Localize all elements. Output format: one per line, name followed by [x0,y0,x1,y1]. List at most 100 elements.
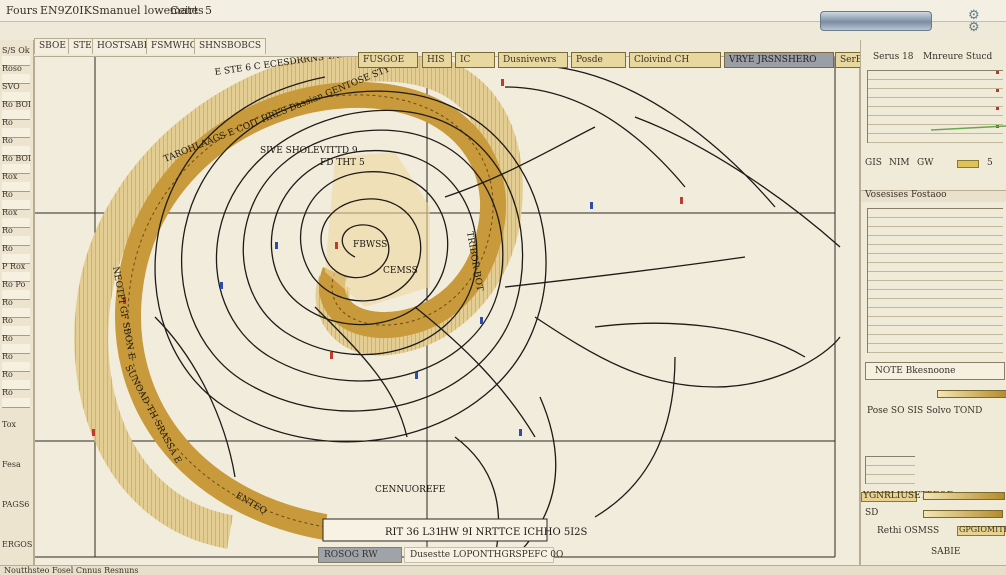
rp-control-2[interactable]: NIM [889,158,910,168]
grid-row [868,89,1003,98]
grid-row [868,71,1003,80]
title-num: 5 [205,4,212,17]
grid-row [868,209,1003,218]
rp-progress-1 [937,390,1006,398]
status-left: ROSOG RW [318,547,402,563]
grid-row [868,272,1003,281]
left-panel-item[interactable]: S/S Ok [2,46,32,55]
rp-row-c: SD [865,508,879,518]
grid-row [868,299,1003,308]
bottom-note-label: CENNUOREFE [375,485,445,495]
inner-top-label: SIVE SHOLEVITTD 9 [260,146,358,156]
grid-row [868,107,1003,116]
left-panel-item[interactable]: Ro [2,190,32,199]
left-panel-item[interactable]: Ro [2,370,32,379]
left-panel-item[interactable]: Rox [2,172,32,181]
title-left: Fours [6,4,38,17]
grid-row [868,98,1003,107]
mid-right-label: CEMSS [383,266,418,276]
left-panel-item[interactable]: Roso [2,64,32,73]
grid-row [868,227,1003,236]
grid-row [868,281,1003,290]
settings-icon[interactable]: ⚙ ⚙ [968,9,1004,36]
left-panel-item[interactable]: Ro [2,334,32,343]
left-panel-item[interactable]: Ro [2,352,32,361]
toolbar-item-3[interactable]: IC [455,52,495,68]
toolbar-item-7[interactable]: VRYE JRSNSHERO [724,52,834,68]
grid-row [868,308,1003,317]
grid-row [868,335,1003,344]
rp-progress-3 [923,510,1003,518]
rp-row-f: SABIE [931,547,961,557]
left-panel-bottom-label: PAGS6 [2,500,30,509]
tab-5[interactable]: SHNSBOBCS [194,38,267,54]
rp-progress-2 [923,492,1005,500]
left-panel-item[interactable]: Ro [2,118,32,127]
left-panel-item[interactable]: Rox [2,208,32,217]
toolbar-item-5[interactable]: Posde [571,52,626,68]
left-panel-bottom-label: Tox [2,420,17,429]
grid-row [868,236,1003,245]
left-panel-item[interactable]: Ro [2,298,32,307]
rp-section-1: Vosesises Fostaoo [865,190,947,200]
left-panel-item[interactable]: Ro [2,136,32,145]
left-panel-item[interactable]: Ro [2,226,32,235]
grid-row [866,457,915,466]
rp-control-4[interactable]: 5 [987,158,993,168]
bottom-box-right: HW 9I NRTTCE ICHHO 5I2S [440,527,588,538]
bottom-box-left: RIT 36 L31 [385,527,442,538]
toolbar-item-1[interactable]: FUSGOE [358,52,418,68]
rp-row-a: Pose SO SIS Solvo TOND [867,406,983,416]
rp-row-e: GPGIOMITE [959,525,1006,534]
grid-row [868,80,1003,89]
left-panel-item[interactable]: Ro BOI [2,100,32,109]
rp-header-1: Serus 18 [873,52,914,62]
left-panel-item[interactable]: Ro BOI [2,154,32,163]
rp-row-d: Rethi OSMSS [877,526,940,536]
canvas-toolbar: FUSGOE HIS IC Dusnivewrs Posde Cloivind … [358,52,863,68]
left-panel-item[interactable]: Ro [2,316,32,325]
toolbar-item-4[interactable]: Dusnivewrs [498,52,568,68]
row-marker [996,89,999,92]
window-control-bar[interactable] [820,11,932,31]
rp-table-2 [867,208,1003,353]
grid-row [868,245,1003,254]
rp-control-3[interactable]: GW [917,158,933,168]
left-panel-item[interactable]: SVO [2,82,32,91]
footer-text: Noutthsteo Fosel Cnnus Resnuns [4,566,139,575]
status-right: Dusestte LOPONTHGRSPEFC 0O [404,547,563,563]
title-right: Ceirt [170,4,199,17]
left-panel-item[interactable]: Ro Po [2,280,32,289]
left-panel-item[interactable]: Ro [2,244,32,253]
rp-toggle[interactable] [957,160,979,168]
grid-row [866,475,915,484]
grid-row [868,254,1003,263]
grid-row [868,290,1003,299]
grid-row [868,218,1003,227]
footer-bar: Noutthsteo Fosel Cnnus Resnuns [0,565,1006,575]
left-panel: S/S Ok Roso SVO Ro BOI Ro Ro Ro BOI Rox Ro Rox Ro R… [0,40,34,575]
toolbar-item-2[interactable]: HIS [422,52,452,68]
drawing-canvas[interactable]: E STE 6 C ECESDRRNS TAT7I IESCSIRDT TARO… [34,56,860,566]
rp-section-2: NOTE Bkesnoone [875,366,956,376]
mid-left-label: FD THT 5 [320,158,365,168]
grid-row [868,326,1003,335]
tab-1[interactable]: SBOE [34,38,71,54]
left-panel-item[interactable]: Ro [2,388,32,397]
rp-control-1[interactable]: GIS [865,158,882,168]
rp-table-3 [865,456,915,484]
grid-row [868,134,1003,143]
left-panel-bottom-label: ERGOS [2,540,32,549]
grid-row [868,317,1003,326]
left-panel-item[interactable]: P Rox [2,262,32,271]
grid-row [866,466,915,475]
spiral-diagram: E STE 6 C ECESDRRNS TAT7I IESCSIRDT TARO… [35,57,841,558]
rp-header-2: Mnreure Stucd [923,52,993,62]
toolbar-item-8[interactable]: SerBS [835,52,863,68]
inner-highlight [325,152,430,307]
left-panel-bottom-label: Fesa [2,460,21,469]
left-panel-field[interactable] [2,398,30,408]
grid-row [868,263,1003,272]
right-panel: Serus 18 Mnreure Stucd GIS NIM GW 5 Vose… [860,40,1006,575]
toolbar-item-6[interactable]: Cloivind CH [629,52,721,68]
